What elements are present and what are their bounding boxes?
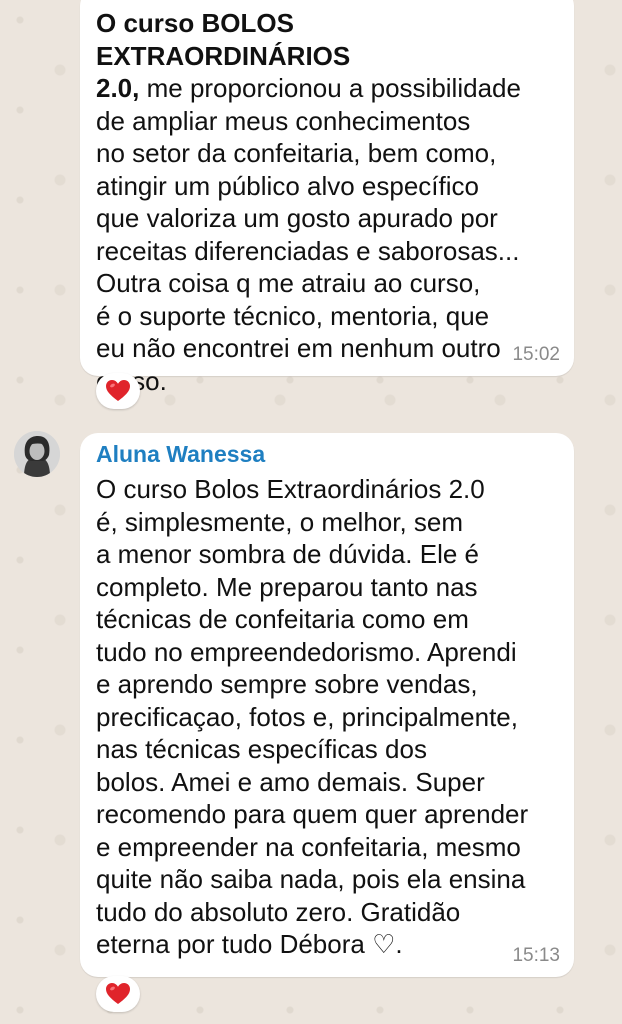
heart-icon <box>106 983 130 1004</box>
message-body-1: me proporcionou a possibilidade de ampli… <box>96 73 521 396</box>
avatar-photo <box>14 431 60 477</box>
message-time-2: 15:13 <box>512 945 560 966</box>
message-bubble-1[interactable]: O curso BOLOS EXTRAORDINÁRIOS 2.0, me pr… <box>80 0 574 396</box>
message-text-2: O curso Bolos Extraordinários 2.0 é, sim… <box>96 474 529 959</box>
message-bubble-2[interactable]: Aluna Wanessa O curso Bolos Extraordinár… <box>80 433 574 977</box>
avatar[interactable] <box>14 431 60 477</box>
message-text-1: O curso BOLOS EXTRAORDINÁRIOS 2.0, me pr… <box>96 7 554 397</box>
reaction-badge-2[interactable] <box>96 976 140 1012</box>
reaction-badge-1[interactable] <box>96 373 140 409</box>
sender-name[interactable]: Aluna Wanessa <box>96 440 554 468</box>
message-time-1: 15:02 <box>512 344 560 365</box>
heart-icon <box>106 380 130 401</box>
